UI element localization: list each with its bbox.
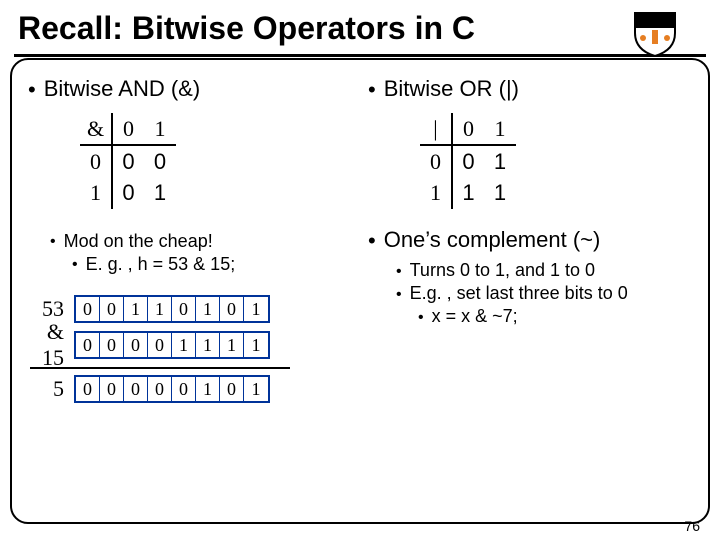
bit: 0 — [220, 297, 244, 321]
and-op-cell: & — [80, 113, 112, 145]
and-col-0: 0 — [112, 113, 144, 145]
bit: 1 — [196, 297, 220, 321]
complement-line-3: • x = x & ~7; — [418, 306, 700, 327]
mod-text-2: E. g. , h = 53 & 15; — [86, 254, 236, 274]
bit: 0 — [148, 377, 172, 401]
princeton-shield-icon — [630, 8, 680, 58]
bit: 0 — [76, 333, 100, 357]
bit: 0 — [100, 333, 124, 357]
bit: 1 — [124, 297, 148, 321]
or-01: 1 — [484, 145, 516, 177]
slide-title: Recall: Bitwise Operators in C — [18, 10, 475, 47]
bit: 0 — [124, 333, 148, 357]
or-10: 1 — [452, 177, 484, 209]
complement-line-2: • E.g. , set last three bits to 0 — [396, 283, 700, 304]
bitwise-example: 53 0 0 1 1 0 1 0 1 & 15 0 0 0 0 — [20, 295, 360, 403]
label-15: & 15 — [20, 319, 74, 371]
bullet-icon: • — [396, 263, 402, 281]
mod-bullet: • Mod on the cheap! — [50, 231, 360, 252]
bit: 0 — [100, 297, 124, 321]
complement-text-3: x = x & ~7; — [432, 306, 518, 326]
or-op-cell: | — [420, 113, 452, 145]
bullet-icon: • — [368, 77, 376, 103]
bit: 1 — [244, 297, 268, 321]
bit: 1 — [220, 333, 244, 357]
page-number: 76 — [684, 518, 700, 534]
bits-5: 0 0 0 0 0 1 0 1 — [74, 375, 270, 403]
and-heading: • Bitwise AND (&) — [28, 76, 360, 103]
bit: 0 — [220, 377, 244, 401]
mod-example: • E. g. , h = 53 & 15; — [72, 254, 360, 275]
bit: 0 — [148, 333, 172, 357]
bit: 1 — [148, 297, 172, 321]
bit: 1 — [172, 333, 196, 357]
or-row-0: 0 — [420, 145, 452, 177]
bit: 0 — [124, 377, 148, 401]
mod-text-1: Mod on the cheap! — [64, 231, 213, 251]
and-heading-text: Bitwise AND (&) — [44, 76, 200, 101]
and-row-0: 0 — [80, 145, 112, 177]
bullet-icon: • — [368, 228, 376, 254]
example-row-5: 5 0 0 0 0 0 1 0 1 — [20, 375, 360, 403]
complement-text-1: Turns 0 to 1, and 1 to 0 — [410, 260, 595, 280]
and-00: 0 — [112, 145, 144, 177]
and-row-1: 1 — [80, 177, 112, 209]
bit: 1 — [196, 377, 220, 401]
complement-text-2: E.g. , set last three bits to 0 — [410, 283, 628, 303]
bullet-icon: • — [28, 77, 36, 103]
or-col-0: 0 — [452, 113, 484, 145]
bit: 0 — [172, 377, 196, 401]
or-00: 0 — [452, 145, 484, 177]
complement-heading: • One’s complement (~) — [368, 227, 700, 254]
or-heading: • Bitwise OR (|) — [368, 76, 700, 103]
complement-line-1: • Turns 0 to 1, and 1 to 0 — [396, 260, 700, 281]
or-11: 1 — [484, 177, 516, 209]
or-truth-table: | 0 1 0 0 1 1 1 1 — [420, 113, 516, 209]
and-col-1: 1 — [144, 113, 176, 145]
example-row-15: & 15 0 0 0 0 1 1 1 1 — [20, 331, 360, 359]
bit: 0 — [76, 297, 100, 321]
bullet-icon: • — [50, 233, 56, 251]
left-column: • Bitwise AND (&) & 0 1 0 0 0 1 0 1 • Mod … — [20, 70, 360, 520]
and-truth-table: & 0 1 0 0 0 1 0 1 — [80, 113, 176, 209]
title-underline — [14, 54, 706, 57]
bullet-icon: • — [72, 256, 78, 274]
or-row-1: 1 — [420, 177, 452, 209]
bits-15: 0 0 0 0 1 1 1 1 — [74, 331, 270, 359]
or-col-1: 1 — [484, 113, 516, 145]
complement-title-text: One’s complement (~) — [384, 227, 601, 252]
bit: 1 — [196, 333, 220, 357]
bit: 1 — [244, 377, 268, 401]
and-11: 1 — [144, 177, 176, 209]
bullet-icon: • — [418, 309, 424, 327]
bits-53: 0 0 1 1 0 1 0 1 — [74, 295, 270, 323]
bullet-icon: • — [396, 286, 402, 304]
bit: 0 — [76, 377, 100, 401]
or-heading-text: Bitwise OR (|) — [384, 76, 519, 101]
and-10: 0 — [112, 177, 144, 209]
and-01: 0 — [144, 145, 176, 177]
bit: 0 — [100, 377, 124, 401]
label-5: 5 — [20, 376, 74, 402]
right-column: • Bitwise OR (|) | 0 1 0 0 1 1 1 1 • One’s… — [360, 70, 700, 520]
bit: 1 — [244, 333, 268, 357]
bit: 0 — [172, 297, 196, 321]
